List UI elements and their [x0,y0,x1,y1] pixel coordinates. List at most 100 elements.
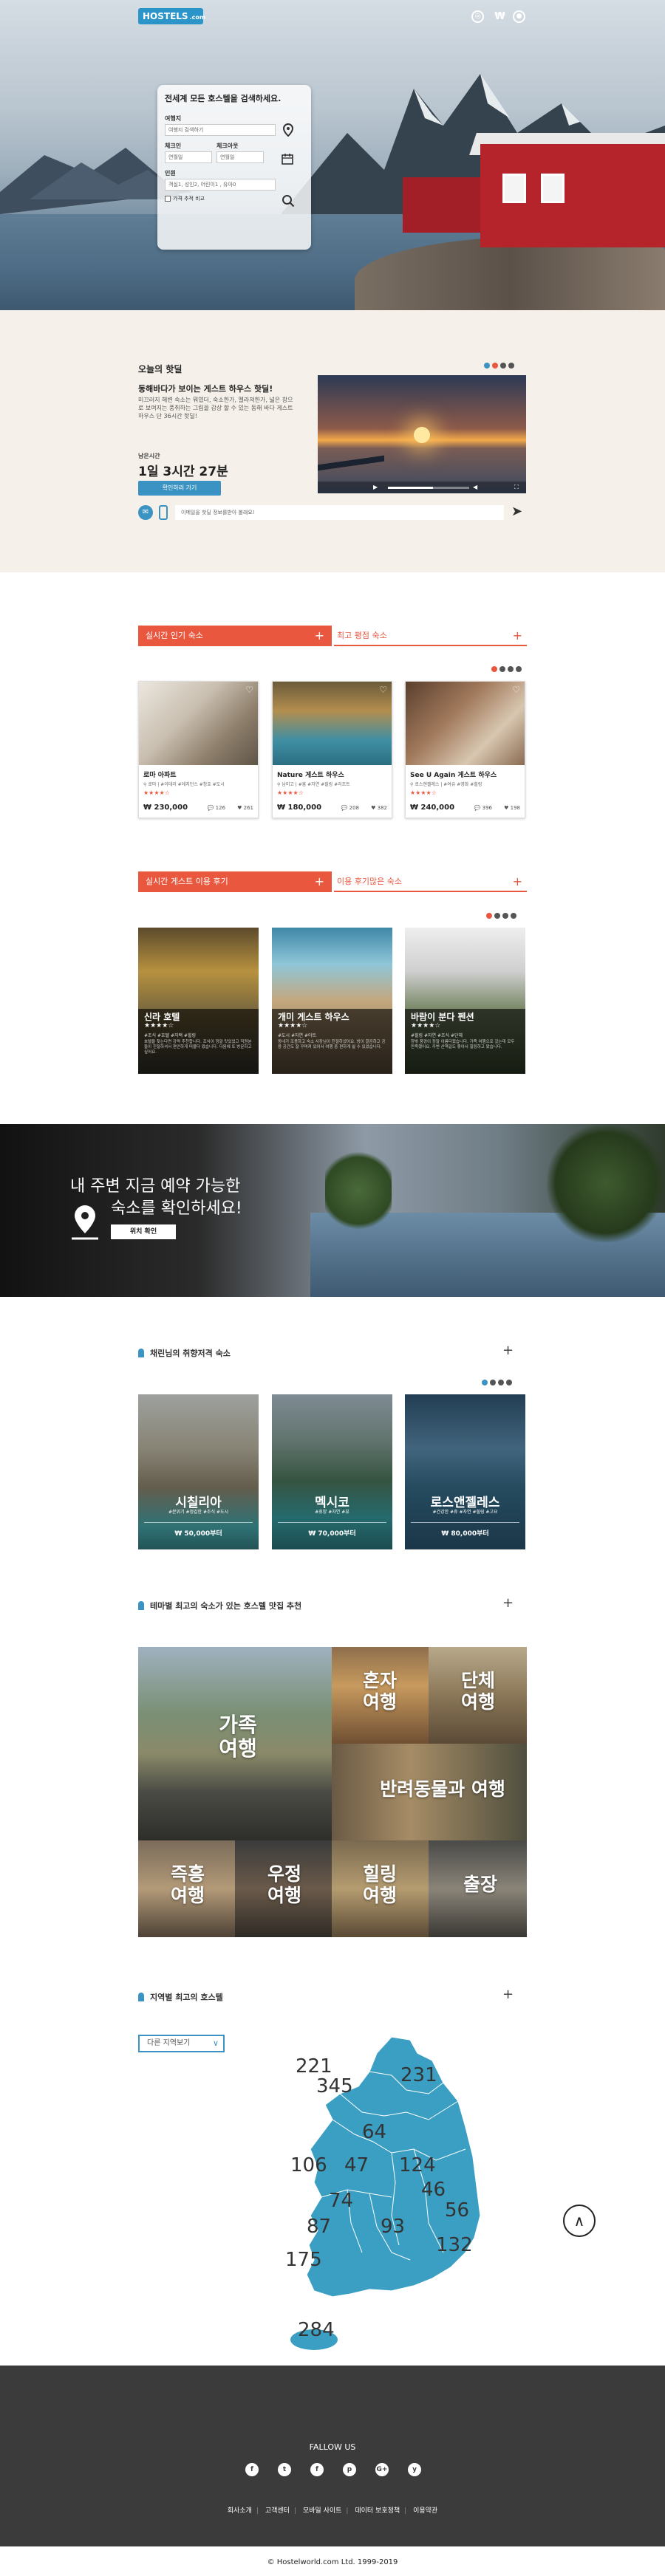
play-icon[interactable]: ▶ [373,484,378,490]
deal-video[interactable]: ▶ ◀ ⛶ [318,375,526,493]
theme-business[interactable]: 출장 [429,1840,527,1937]
tab-most-reviewed[interactable]: 이용 후기많은 숙소 + [334,871,527,892]
mail-icon[interactable]: ✉ [138,505,153,520]
carousel-dot[interactable] [486,913,492,919]
region-count[interactable]: 47 [344,2154,369,2176]
site-logo[interactable]: HOSTELS .com [138,8,205,24]
like-count[interactable]: ♥ 382 [371,805,387,811]
city-card[interactable]: 로스앤젤레스 #건강한 #휴 #자연 #힐링 #고요 ₩ 80,000부터 [405,1394,525,1549]
checkout-input[interactable]: 연월일 [216,151,264,163]
checkbox-box[interactable] [165,196,171,202]
theme-spontaneous[interactable]: 즉흥 여행 [138,1840,235,1937]
facebook-alt-icon[interactable]: f [310,2463,324,2476]
comment-count[interactable]: 💬 126 [208,805,225,811]
region-count[interactable]: 221 [296,2055,332,2077]
theme-healing[interactable]: 힐링 여행 [332,1840,429,1937]
carousel-dot[interactable] [508,666,514,672]
heart-icon[interactable]: ♡ [245,685,253,695]
tab-popular-stays[interactable]: 실시간 인기 숙소 + [138,626,332,646]
map-pin-icon[interactable] [282,123,294,140]
footer-link-support[interactable]: 고객센터 [265,2507,290,2515]
region-count[interactable]: 87 [307,2216,331,2238]
facebook-icon[interactable]: f [245,2463,259,2476]
theme-family[interactable]: 가족 여행 [138,1647,332,1840]
carousel-dot[interactable] [498,1380,504,1385]
user-icon[interactable]: ● [513,10,525,23]
region-count[interactable]: 106 [290,2154,327,2176]
carousel-dot[interactable] [499,666,505,672]
footer-link-mobile[interactable]: 모바일 사이트 [303,2507,342,2515]
carousel-dot[interactable] [511,913,516,919]
email-subscribe-input[interactable]: 이메일을 핫딜 정보를받아 볼래요! [175,505,504,520]
stay-card[interactable]: ♡ See U Again 게스트 하우스 ⚲ 로스엔젤레스 | #여유 #영화… [405,681,525,818]
tab-top-rated[interactable]: 최고 평점 숙소 + [334,626,527,646]
footer-link-privacy[interactable]: 데이터 보호정책 [355,2507,400,2515]
volume-icon[interactable]: ◀ [473,484,477,490]
theme-friendship[interactable]: 우정 여행 [235,1840,332,1937]
guests-input[interactable]: 객실1, 성인2, 어린이1 , 유아0 [165,179,276,191]
region-select[interactable]: 다른 지역보기 ∨ [138,2035,225,2052]
region-count[interactable]: 175 [285,2249,322,2271]
heart-icon[interactable]: ♡ [512,685,520,695]
carousel-dot[interactable] [494,913,500,919]
destination-input[interactable]: 여행지 검색하기 [165,124,276,136]
carousel-dot[interactable] [492,363,498,369]
footer-link-about[interactable]: 회사소개 [228,2507,252,2515]
region-count[interactable]: 231 [400,2064,437,2086]
plus-icon[interactable]: + [502,1595,514,1611]
theme-group[interactable]: 단체 여행 [429,1647,527,1744]
theme-pets[interactable]: 반려동물과 여행 [332,1744,527,1840]
region-count[interactable]: 284 [298,2319,335,2341]
region-count[interactable]: 64 [362,2121,386,2143]
review-card[interactable]: 개미 게스트 하우스 ★★★★☆ #도시 #자연 #아트 동네가 조용하고 숙소… [272,928,392,1074]
deal-check-button[interactable]: 확인하러 가기 [138,481,221,496]
youtube-icon[interactable]: y [408,2463,421,2476]
plus-icon[interactable]: + [502,1343,514,1358]
carousel-dot[interactable] [490,1380,496,1385]
video-progress-bar[interactable] [388,487,469,489]
carousel-dot[interactable] [506,1380,512,1385]
plus-icon[interactable]: + [513,626,522,646]
region-count[interactable]: 56 [445,2199,469,2222]
phone-icon[interactable] [159,505,168,520]
stay-card[interactable]: ♡ 로마 아파트 ⚲ 로마 | #이태리 #레지던스 #창호 #도시 ★★★★☆… [138,681,259,818]
twitter-icon[interactable]: t [278,2463,291,2476]
plus-icon[interactable]: + [315,626,324,646]
korea-map[interactable] [281,2031,495,2363]
review-card[interactable]: 바람이 분다 펜션 ★★★★☆ #힐링 #자연 #조식 #단체 창밖 풍경이 정… [405,928,525,1074]
carousel-dot[interactable] [500,363,506,369]
carousel-dot[interactable] [508,363,514,369]
region-count[interactable]: 74 [329,2190,353,2212]
like-count[interactable]: ♥ 261 [237,805,253,811]
carousel-dot[interactable] [516,666,522,672]
search-icon[interactable] [282,194,295,210]
theme-solo[interactable]: 혼자 여행 [332,1647,429,1744]
review-card[interactable]: 신라 호텔 ★★★★☆ #조식 #호텔 #자택 #힐링 호텔을 찾는다면 강력 … [138,928,259,1074]
carousel-dot[interactable] [491,666,497,672]
won-currency-icon[interactable]: ₩ [494,10,506,23]
region-count[interactable]: 124 [399,2154,436,2176]
region-count[interactable]: 345 [316,2075,353,2097]
carousel-dot[interactable] [484,363,490,369]
checkin-input[interactable]: 연월일 [165,151,212,163]
globe-icon[interactable]: ◎ [471,10,484,23]
region-count[interactable]: 132 [436,2234,473,2256]
google-plus-icon[interactable]: G+ [375,2463,389,2476]
region-count[interactable]: 46 [421,2179,446,2201]
region-count[interactable]: 93 [381,2216,405,2238]
fullscreen-icon[interactable]: ⛶ [514,484,519,491]
plus-icon[interactable]: + [502,1987,514,2002]
city-card[interactable]: 멕시코 #휴양 #자연 #뷰 ₩ 70,000부터 [272,1394,392,1549]
carousel-dot[interactable] [502,913,508,919]
check-location-button[interactable]: 위치 확인 [111,1224,176,1239]
tab-guest-reviews[interactable]: 실시간 게스트 이용 후기 + [138,871,332,892]
footer-link-terms[interactable]: 이용약관 [413,2507,437,2515]
send-icon[interactable]: ➤ [511,504,522,519]
comment-count[interactable]: 💬 396 [474,805,492,811]
calendar-icon[interactable] [282,153,293,168]
comment-count[interactable]: 💬 208 [341,805,359,811]
plus-icon[interactable]: + [513,871,522,892]
nearby-banner[interactable]: 내 주변 지금 예약 가능한 숙소를 확인하세요! 위치 확인 [0,1124,665,1297]
carousel-dot[interactable] [482,1380,488,1385]
city-card[interactable]: 시칠리아 #분위기 #정갈한 #조식 #도시 ₩ 50,000부터 [138,1394,259,1549]
